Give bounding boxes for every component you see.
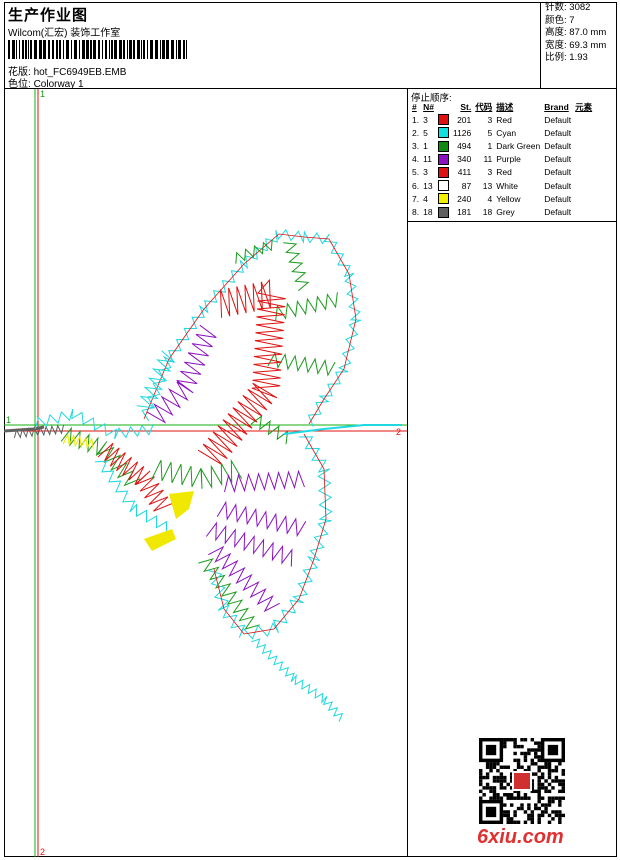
axis-label-v-top: 1 xyxy=(40,89,45,99)
wing-upper-edge xyxy=(143,233,357,425)
color-swatch xyxy=(437,180,449,192)
sequence-row: 2. 5 1126 5 Cyan Default xyxy=(412,127,572,139)
sequence-row: 3. 1 494 1 Dark Green Default xyxy=(412,140,572,152)
lower-wing-edge xyxy=(213,433,327,635)
stats-panel: 针数: 3082 颜色: 7 高度: 87.0 mm 宽度: 69.3 mm 比… xyxy=(540,2,617,89)
sequence-row: 8. 18 181 18 Grey Default xyxy=(412,206,572,218)
studio-name: Wilcom(汇宏) 装饰工作室 xyxy=(8,28,121,39)
sequence-row: 4. 11 340 11 Purple Default xyxy=(412,153,572,165)
wing-feather-green-4 xyxy=(250,415,289,445)
bird-embroidery xyxy=(4,228,402,722)
colorway: 色位: Colorway 1 xyxy=(8,79,84,90)
stat-width: 宽度: 69.3 mm xyxy=(545,39,607,51)
stop-sequence-table: # N# St. 代码 描述 Brand 元素 1. 3 201 3 Red Defaul… xyxy=(412,102,593,218)
tail-cyan xyxy=(251,638,344,722)
axis-label-h-right: 2 xyxy=(396,427,401,437)
lower-feather-purple-2 xyxy=(216,500,307,538)
color-swatch xyxy=(437,114,449,126)
color-swatch xyxy=(437,206,449,218)
wing-red-fill xyxy=(197,278,286,466)
wing-feather-green-3 xyxy=(267,351,336,377)
stop-sequence: 停止顺序: # N# St. 代码 描述 Brand 元素 1. 3 201 3 Red… xyxy=(408,89,617,222)
color-swatch xyxy=(437,166,449,178)
sequence-row: 1. 3 201 3 Red Default xyxy=(412,114,572,126)
color-swatch xyxy=(437,127,449,139)
tail-streamer xyxy=(283,424,402,435)
header: 生产作业图 Wilcom(汇宏) 装饰工作室 花版: hot_FC6949EB.… xyxy=(4,2,617,90)
page-title: 生产作业图 xyxy=(8,7,89,24)
wing-upper-outline xyxy=(141,228,362,427)
color-swatch xyxy=(437,193,449,205)
foot-yellow-2 xyxy=(144,529,176,551)
axis-label-v-bottom: 2 xyxy=(40,847,45,857)
body-green xyxy=(151,458,243,490)
barcode xyxy=(8,40,187,59)
stat-stitches: 针数: 3082 xyxy=(545,2,591,13)
lower-feather-purple-4 xyxy=(208,545,280,613)
sequence-row: 7. 4 240 4 Yellow Default xyxy=(412,193,572,205)
lower-feather-purple-1 xyxy=(224,469,305,494)
qr-code xyxy=(479,738,565,824)
lower-feather-green xyxy=(198,558,260,630)
stat-height: 高度: 87.0 mm xyxy=(545,27,607,39)
wing-feather-green-1 xyxy=(283,242,310,292)
sequence-row: 5. 3 411 3 Red Default xyxy=(412,166,572,178)
foot-yellow-1 xyxy=(169,491,194,519)
head-outline xyxy=(34,408,154,440)
color-swatch xyxy=(437,140,449,152)
sequence-row: 6. 13 87 13 White Default xyxy=(412,180,572,192)
watermark-logo: 6xiu.com xyxy=(477,826,564,848)
stat-colors: 颜色: 7 xyxy=(545,14,575,26)
color-swatch xyxy=(437,153,449,165)
axis-label-h-left: 1 xyxy=(6,415,11,425)
side-panel: 停止顺序: # N# St. 代码 描述 Brand 元素 1. 3 201 3 Red… xyxy=(407,89,617,857)
design-canvas: 1 2 1 2 xyxy=(4,89,407,857)
stat-scale: 比例: 1.93 xyxy=(545,52,588,64)
